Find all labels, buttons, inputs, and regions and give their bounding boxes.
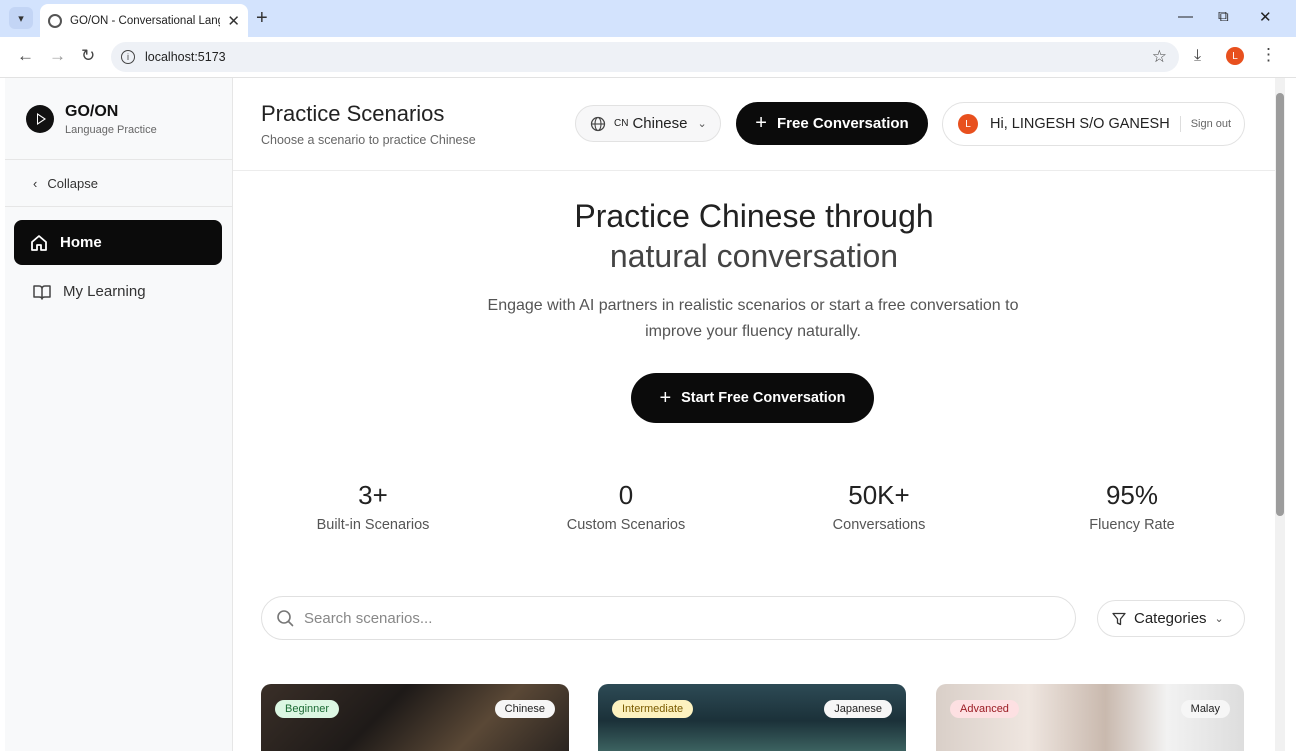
sidebar-item-label: Home (60, 234, 102, 251)
filter-icon (1112, 612, 1126, 626)
user-menu: L Hi, LINGESH S/O GANESH Sign out (942, 102, 1245, 146)
brand: GO/ON Language Practice (5, 78, 232, 160)
stat-value: 3+ (358, 480, 388, 510)
stat-value: 50K+ (848, 480, 910, 510)
chevron-left-icon: ‹ (33, 175, 38, 191)
sign-out-button[interactable]: Sign out (1191, 118, 1231, 130)
sidebar-item-my-learning[interactable]: My Learning (14, 269, 222, 314)
stat-label: Custom Scenarios (566, 517, 686, 533)
new-tab-button[interactable]: + (256, 7, 268, 30)
play-logo-icon (26, 105, 54, 133)
collapse-label: Collapse (47, 175, 98, 191)
hero-title-line2: natural conversation (609, 238, 899, 274)
search-bar (261, 596, 1076, 640)
scenario-card[interactable]: Beginner Chinese (261, 684, 569, 751)
chevron-down-icon: ⌄ (1214, 613, 1224, 625)
url-text: localhost:5173 (145, 50, 226, 64)
language-name: Chinese (632, 115, 688, 132)
page-title: Practice Scenarios (261, 101, 445, 126)
user-greeting: Hi, LINGESH S/O GANESH (990, 116, 1170, 132)
tab-title: GO/ON - Conversational Language Practice (70, 14, 220, 27)
browser-tab[interactable]: GO/ON - Conversational Language Practice… (40, 4, 248, 37)
site-info-icon[interactable]: i (121, 50, 135, 64)
categories-label: Categories (1134, 610, 1207, 627)
profile-avatar[interactable]: L (1226, 47, 1244, 65)
language-code: CN (614, 118, 629, 129)
close-window-icon[interactable]: ✕ (1259, 8, 1272, 26)
page-subtitle: Choose a scenario to practice Chinese (261, 133, 476, 147)
close-tab-icon[interactable]: ✕ (227, 12, 240, 30)
divider (1179, 116, 1181, 132)
stat-label: Fluency Rate (1089, 517, 1175, 533)
scenario-card[interactable]: Advanced Malay (936, 684, 1244, 751)
plus-icon: + (755, 112, 767, 134)
page-header: Practice Scenarios Choose a scenario to … (233, 78, 1275, 171)
restore-icon[interactable]: ⧉ (1218, 8, 1229, 25)
language-select[interactable]: CN Chinese ⌄ (575, 105, 721, 142)
window-border (1285, 78, 1296, 751)
hero-title-line1: Practice Chinese through (574, 198, 934, 234)
plus-icon: + (659, 386, 672, 409)
book-open-icon (33, 283, 51, 301)
categories-filter-button[interactable]: Categories ⌄ (1097, 600, 1245, 637)
start-free-conversation-label: Start Free Conversation (681, 390, 846, 406)
chevron-down-icon: ⌄ (697, 118, 707, 130)
sidebar-item-home[interactable]: Home (14, 220, 222, 265)
language-badge: Chinese (494, 700, 555, 718)
back-icon[interactable]: ← (17, 46, 34, 66)
stat-label: Built-in Scenarios (316, 517, 430, 533)
search-input[interactable] (304, 609, 1004, 627)
scrollbar-thumb[interactable] (1276, 93, 1284, 516)
stat-label: Conversations (832, 517, 926, 533)
minimize-icon[interactable]: — (1178, 8, 1193, 25)
free-conversation-button[interactable]: + Free Conversation (736, 102, 928, 145)
forward-icon[interactable]: → (49, 46, 66, 66)
language-badge: Malay (1180, 700, 1230, 718)
brand-name: GO/ON (65, 103, 119, 120)
globe-icon (48, 13, 62, 28)
level-badge: Beginner (275, 700, 340, 718)
user-avatar: L (958, 114, 978, 134)
level-badge: Advanced (950, 700, 1019, 718)
stat-fluency-rate: 95% Fluency Rate (1032, 480, 1232, 533)
scenario-card[interactable]: Intermediate Japanese (598, 684, 906, 751)
sidebar-item-label: My Learning (63, 283, 146, 300)
stat-built-in-scenarios: 3+ Built-in Scenarios (273, 480, 473, 533)
stat-conversations: 50K+ Conversations (779, 480, 979, 533)
language-badge: Japanese (824, 700, 892, 718)
stat-value: 0 (618, 480, 634, 510)
tab-search-button[interactable]: ▾ (9, 7, 33, 29)
stat-value: 95% (1105, 480, 1159, 510)
download-icon[interactable]: ⤓ (1194, 47, 1201, 65)
sidebar: GO/ON Language Practice ‹ Collapse Home … (5, 78, 233, 751)
bookmark-star-icon[interactable]: ☆ (1152, 47, 1167, 67)
collapse-button[interactable]: ‹ Collapse (5, 160, 232, 207)
browser-tab-bar: ▾ GO/ON - Conversational Language Practi… (0, 0, 1296, 37)
home-icon (30, 234, 48, 252)
brand-subtitle: Language Practice (65, 124, 157, 136)
url-field[interactable]: i localhost:5173 ☆ (111, 42, 1179, 72)
free-conversation-label: Free Conversation (776, 115, 909, 132)
globe-icon (590, 116, 606, 132)
level-badge: Intermediate (612, 700, 694, 718)
start-free-conversation-button[interactable]: + Start Free Conversation (631, 373, 874, 423)
stat-custom-scenarios: 0 Custom Scenarios (526, 480, 726, 533)
browser-menu-icon[interactable]: ⋮ (1260, 45, 1277, 65)
reload-icon[interactable]: ↻ (81, 46, 95, 66)
hero-subtitle: Engage with AI partners in realistic sce… (487, 297, 1019, 340)
address-bar-row: ← → ↻ i localhost:5173 ☆ ⤓ L ⋮ (0, 37, 1296, 78)
search-icon (276, 609, 294, 627)
